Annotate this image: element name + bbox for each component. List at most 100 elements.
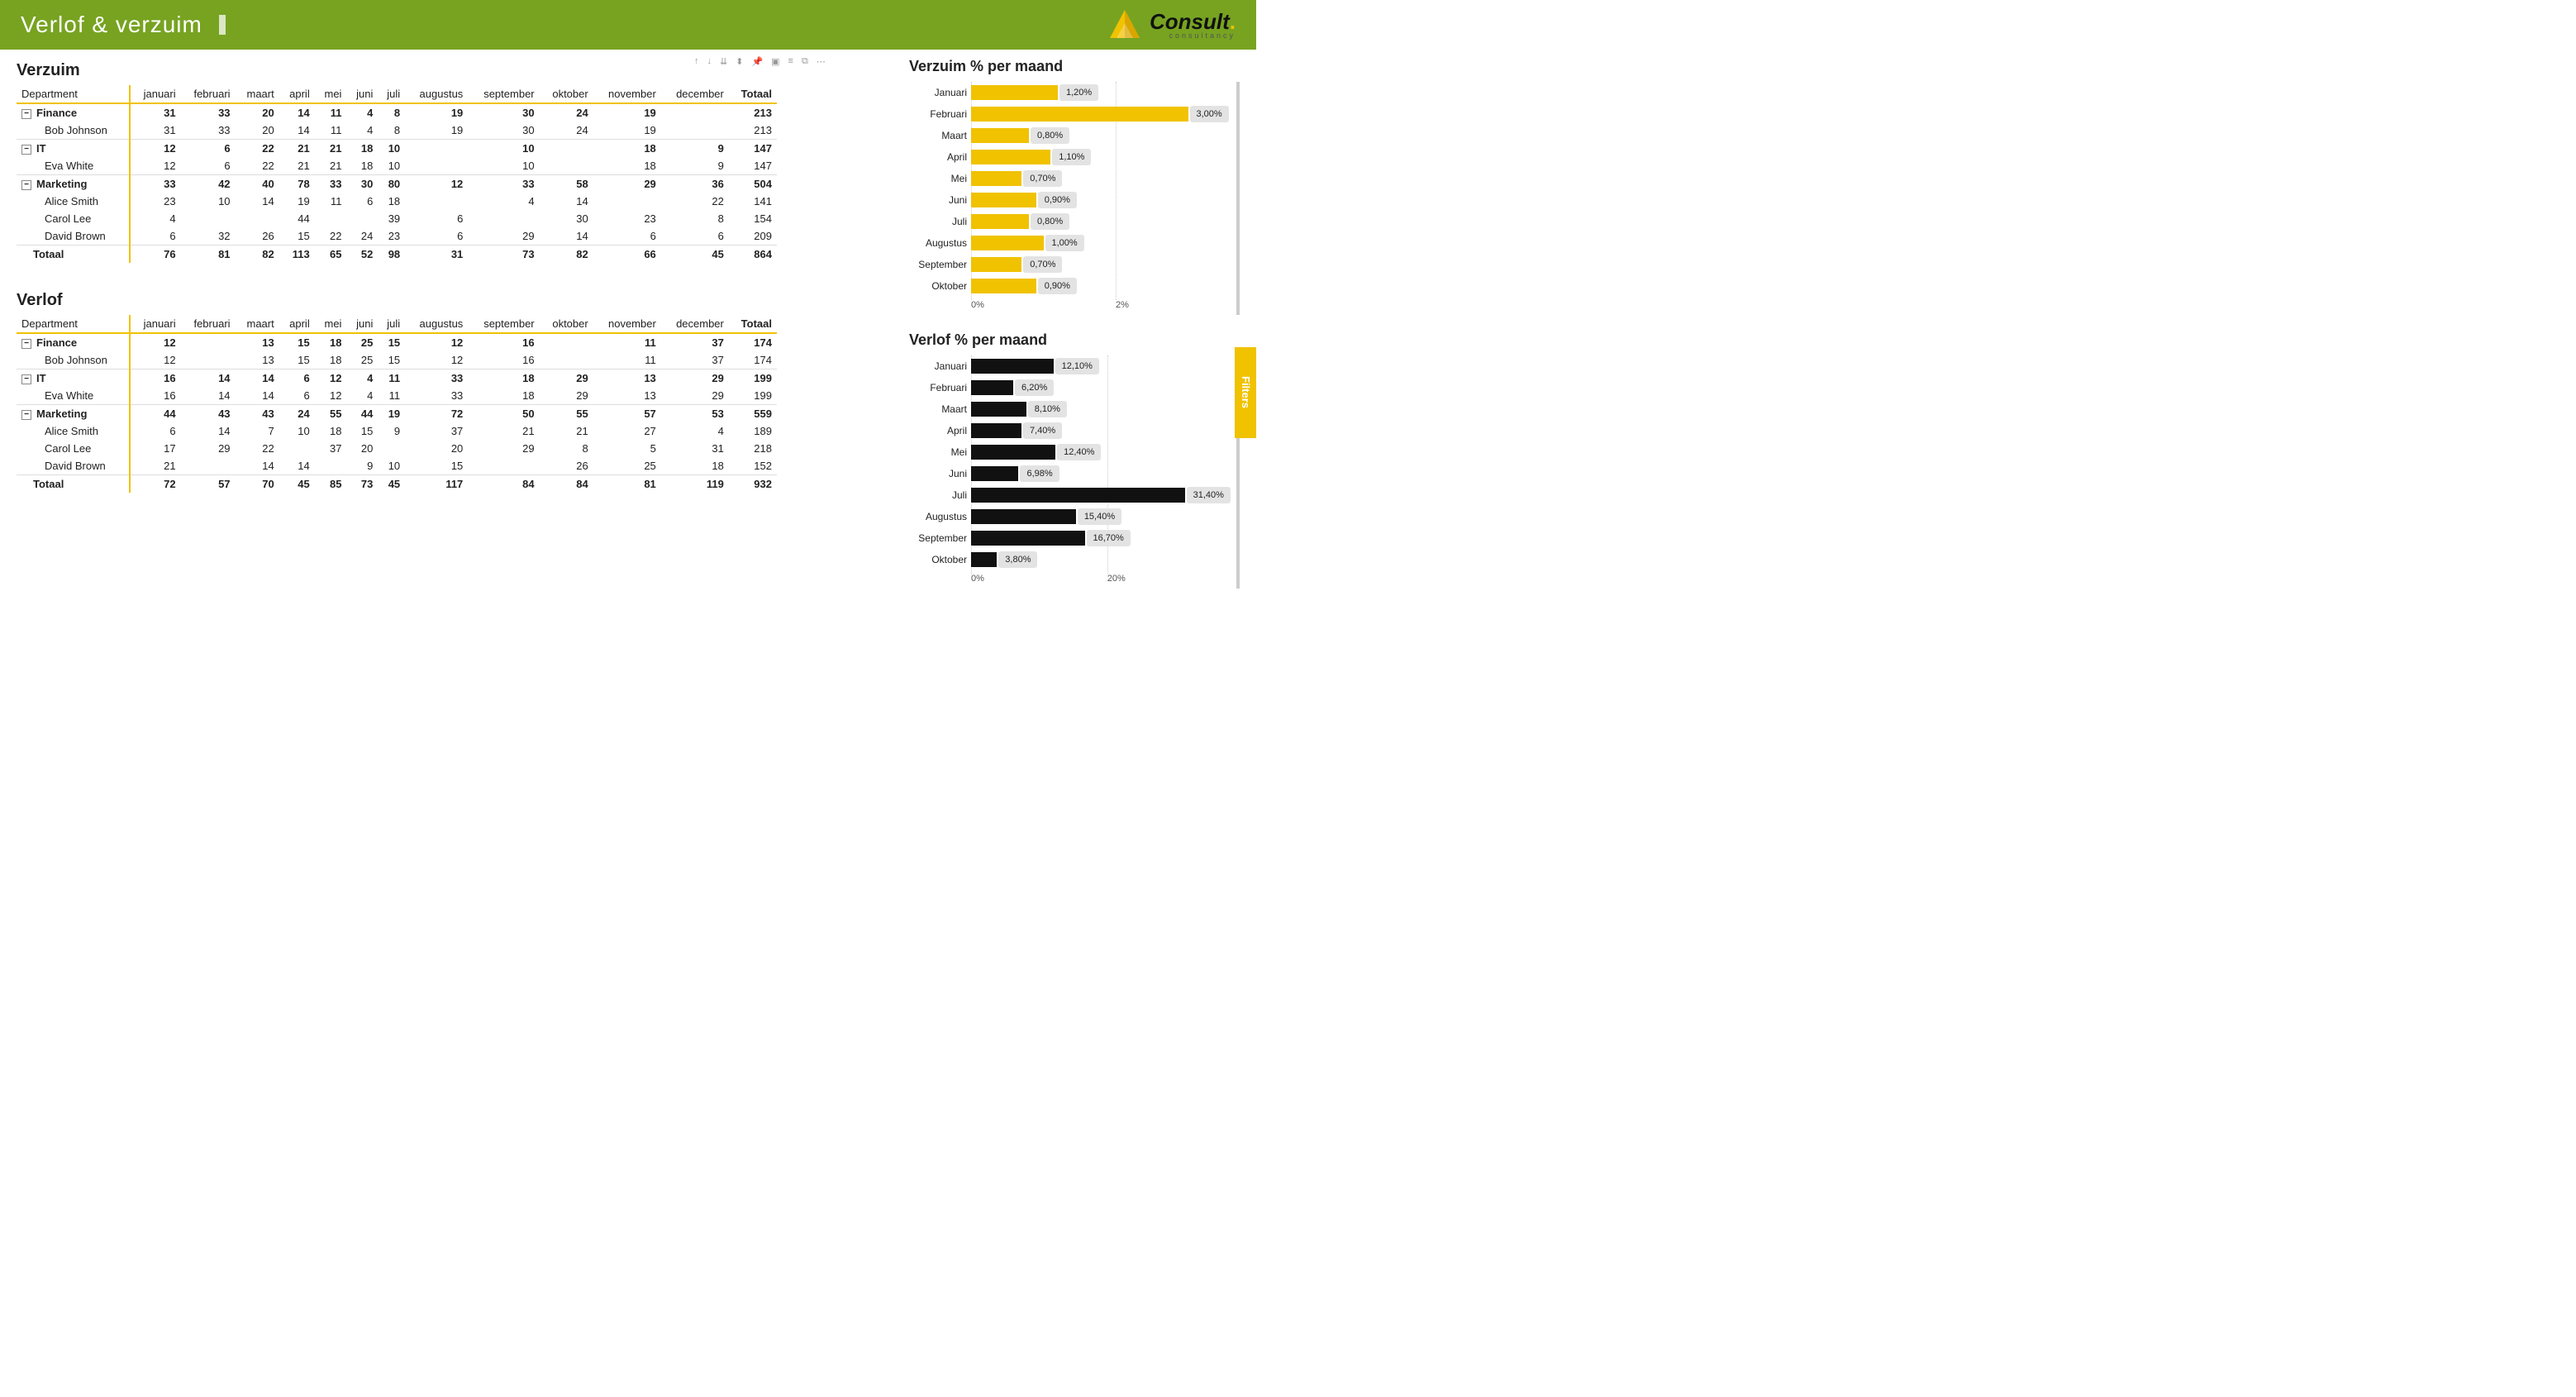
more-icon[interactable]: ⋯ bbox=[817, 56, 826, 67]
verlof-matrix[interactable]: Departmentjanuarifebruarimaartaprilmeiju… bbox=[17, 315, 777, 493]
col-header[interactable]: april bbox=[279, 85, 315, 103]
col-header-total[interactable]: Totaal bbox=[729, 315, 777, 333]
detail-row[interactable]: Bob Johnson12131518251512161137174 bbox=[17, 351, 777, 370]
chart-bar[interactable] bbox=[971, 214, 1029, 229]
collapse-icon[interactable]: − bbox=[21, 145, 31, 155]
chart-bar[interactable] bbox=[971, 531, 1085, 546]
filters-tab[interactable]: Filters bbox=[1235, 347, 1256, 438]
col-header[interactable]: oktober bbox=[540, 315, 593, 333]
chart-row[interactable]: Augustus 15,40% bbox=[971, 506, 1228, 527]
drill-all-icon[interactable]: ⇊ bbox=[720, 56, 727, 67]
chart-bar[interactable] bbox=[971, 150, 1050, 164]
chart-row[interactable]: Juni 0,90% bbox=[971, 189, 1228, 211]
col-header[interactable]: maart bbox=[236, 315, 279, 333]
detail-row[interactable]: Eva White126222121181010189147 bbox=[17, 157, 777, 175]
chart-bar[interactable] bbox=[971, 107, 1188, 122]
col-header[interactable]: februari bbox=[181, 315, 236, 333]
verzuim-matrix[interactable]: Departmentjanuarifebruarimaartaprilmeiju… bbox=[17, 85, 777, 263]
chart-bar[interactable] bbox=[971, 236, 1044, 250]
col-header[interactable]: juni bbox=[346, 315, 378, 333]
verlof-pct-chart[interactable]: Verlof % per maand Januari 12,10% Februa… bbox=[909, 331, 1240, 589]
col-header[interactable]: november bbox=[593, 315, 661, 333]
group-row[interactable]: −Marketing334240783330801233582936504 bbox=[17, 175, 777, 193]
chart-row[interactable]: Januari 12,10% bbox=[971, 355, 1228, 377]
group-row[interactable]: −IT1614146124113318291329199 bbox=[17, 370, 777, 388]
chart-row[interactable]: Maart 0,80% bbox=[971, 125, 1228, 146]
col-header[interactable]: april bbox=[279, 315, 315, 333]
chart-row[interactable]: Mei 0,70% bbox=[971, 168, 1228, 189]
chart-row[interactable]: September 16,70% bbox=[971, 527, 1228, 549]
col-header[interactable]: september bbox=[468, 315, 539, 333]
detail-row[interactable]: Eva White1614146124113318291329199 bbox=[17, 387, 777, 405]
chart-bar[interactable] bbox=[971, 509, 1076, 524]
expand-hierarchy-icon[interactable]: ⬍ bbox=[736, 56, 743, 67]
chart-bar[interactable] bbox=[971, 466, 1018, 481]
chart-row[interactable]: April 7,40% bbox=[971, 420, 1228, 441]
col-header[interactable]: juli bbox=[378, 315, 405, 333]
chart-row[interactable]: Mei 12,40% bbox=[971, 441, 1228, 463]
col-header[interactable]: september bbox=[468, 85, 539, 103]
chart-row[interactable]: Februari 3,00% bbox=[971, 103, 1228, 125]
chart-bar[interactable] bbox=[971, 279, 1036, 293]
col-header[interactable]: mei bbox=[315, 85, 347, 103]
drill-down-icon[interactable]: ↓ bbox=[707, 56, 712, 67]
chart-row[interactable]: Januari 1,20% bbox=[971, 82, 1228, 103]
focus-mode-icon[interactable]: ▣ bbox=[771, 56, 779, 67]
chart-row[interactable]: Oktober 3,80% bbox=[971, 549, 1228, 570]
chart-bar[interactable] bbox=[971, 257, 1021, 272]
filter-icon[interactable]: ≡ bbox=[788, 56, 793, 67]
chart-bar[interactable] bbox=[971, 488, 1185, 503]
col-header[interactable]: juni bbox=[346, 85, 378, 103]
chart-row[interactable]: Juli 31,40% bbox=[971, 484, 1228, 506]
chart-bar[interactable] bbox=[971, 380, 1013, 395]
detail-row[interactable]: Alice Smith231014191161841422141 bbox=[17, 193, 777, 210]
copy-icon[interactable]: ⧉ bbox=[802, 56, 808, 67]
collapse-icon[interactable]: − bbox=[21, 180, 31, 190]
detail-row[interactable]: Alice Smith61471018159372121274189 bbox=[17, 422, 777, 440]
pin-icon[interactable]: 📌 bbox=[751, 56, 763, 67]
chart-row[interactable]: Februari 6,20% bbox=[971, 377, 1228, 398]
col-header[interactable]: mei bbox=[315, 315, 347, 333]
collapse-icon[interactable]: − bbox=[21, 410, 31, 420]
chart-bar[interactable] bbox=[971, 402, 1026, 417]
col-header[interactable]: augustus bbox=[405, 85, 468, 103]
detail-row[interactable]: David Brown21141491015262518152 bbox=[17, 457, 777, 475]
chart-bar[interactable] bbox=[971, 193, 1036, 207]
col-header[interactable]: januari bbox=[130, 315, 180, 333]
chart-bar[interactable] bbox=[971, 359, 1054, 374]
chart-row[interactable]: September 0,70% bbox=[971, 254, 1228, 275]
col-header[interactable]: oktober bbox=[540, 85, 593, 103]
detail-row[interactable]: David Brown63226152224236291466209 bbox=[17, 227, 777, 246]
chart-bar[interactable] bbox=[971, 85, 1058, 100]
collapse-icon[interactable]: − bbox=[21, 339, 31, 349]
col-header[interactable]: augustus bbox=[405, 315, 468, 333]
chart-row[interactable]: Juli 0,80% bbox=[971, 211, 1228, 232]
chart-bar[interactable] bbox=[971, 128, 1029, 143]
collapse-icon[interactable]: − bbox=[21, 109, 31, 119]
drill-up-icon[interactable]: ↑ bbox=[694, 56, 699, 67]
col-header-total[interactable]: Totaal bbox=[729, 85, 777, 103]
detail-row[interactable]: Bob Johnson31332014114819302419213 bbox=[17, 122, 777, 140]
chart-row[interactable]: Juni 6,98% bbox=[971, 463, 1228, 484]
col-header[interactable]: februari bbox=[181, 85, 236, 103]
group-row[interactable]: −Marketing444343245544197250555753559 bbox=[17, 405, 777, 423]
collapse-icon[interactable]: − bbox=[21, 374, 31, 384]
verzuim-pct-chart[interactable]: Verzuim % per maand Januari 1,20% Februa… bbox=[909, 58, 1240, 315]
chart-bar[interactable] bbox=[971, 423, 1021, 438]
col-header[interactable]: juli bbox=[378, 85, 405, 103]
group-row[interactable]: −Finance31332014114819302419213 bbox=[17, 103, 777, 122]
chart-bar[interactable] bbox=[971, 171, 1021, 186]
group-row[interactable]: −Finance12131518251512161137174 bbox=[17, 333, 777, 351]
chart-bar[interactable] bbox=[971, 552, 997, 567]
group-row[interactable]: −IT126222121181010189147 bbox=[17, 140, 777, 158]
detail-row[interactable]: Carol Lee44439630238154 bbox=[17, 210, 777, 227]
col-header[interactable]: december bbox=[661, 85, 729, 103]
chart-row[interactable]: Augustus 1,00% bbox=[971, 232, 1228, 254]
col-header[interactable]: november bbox=[593, 85, 661, 103]
col-header[interactable]: januari bbox=[130, 85, 180, 103]
col-header[interactable]: maart bbox=[236, 85, 279, 103]
chart-row[interactable]: Oktober 0,90% bbox=[971, 275, 1228, 297]
chart-bar[interactable] bbox=[971, 445, 1055, 460]
detail-row[interactable]: Carol Lee172922372020298531218 bbox=[17, 440, 777, 457]
chart-row[interactable]: Maart 8,10% bbox=[971, 398, 1228, 420]
